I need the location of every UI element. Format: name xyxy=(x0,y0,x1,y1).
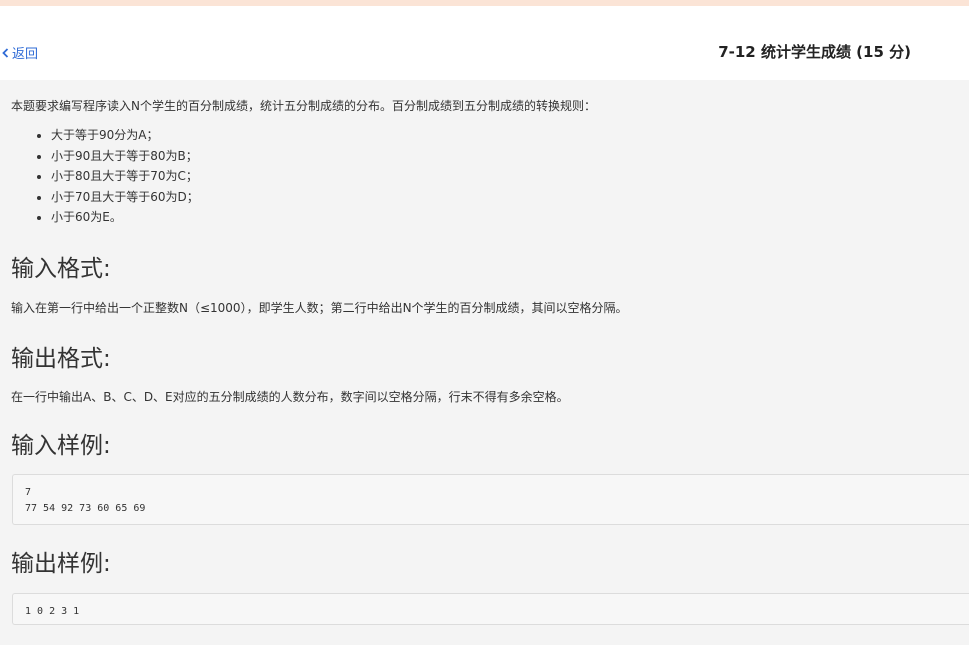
back-label: 返回 xyxy=(12,47,39,62)
sample-output-heading: 输出样例: xyxy=(11,551,111,577)
problem-content: 本题要求编写程序读入N个学生的百分制成绩，统计五分制成绩的分布。百分制成绩到五分… xyxy=(0,80,969,645)
chevron-left-icon xyxy=(2,47,9,58)
sample-input-heading: 输入样例: xyxy=(11,433,111,459)
list-item: 大于等于90分为A； xyxy=(51,125,199,146)
list-item: 小于70且大于等于60为D； xyxy=(51,187,199,208)
problem-title: 7-12 统计学生成绩 (15 分) xyxy=(718,43,911,61)
grade-rules-list: 大于等于90分为A； 小于90且大于等于80为B； 小于80且大于等于70为C；… xyxy=(11,125,199,228)
list-item: 小于80且大于等于70为C； xyxy=(51,166,199,187)
sample-output-code[interactable]: 1 0 2 3 1 xyxy=(12,593,969,625)
input-format-heading: 输入格式: xyxy=(11,256,111,282)
problem-intro: 本题要求编写程序读入N个学生的百分制成绩，统计五分制成绩的分布。百分制成绩到五分… xyxy=(11,99,596,113)
back-button[interactable]: 返回 xyxy=(2,43,38,62)
output-format-text: 在一行中输出A、B、C、D、E对应的五分制成绩的人数分布，数字间以空格分隔，行末… xyxy=(11,390,569,404)
input-format-text: 输入在第一行中给出一个正整数N（≤1000），即学生人数；第二行中给出N个学生的… xyxy=(11,301,628,315)
page-header: 返回 7-12 统计学生成绩 (15 分) xyxy=(0,6,969,80)
list-item: 小于60为E。 xyxy=(51,207,199,228)
list-item: 小于90且大于等于80为B； xyxy=(51,146,199,167)
output-format-heading: 输出格式: xyxy=(11,346,111,372)
sample-input-code[interactable]: 7 77 54 92 73 60 65 69 xyxy=(12,474,969,525)
